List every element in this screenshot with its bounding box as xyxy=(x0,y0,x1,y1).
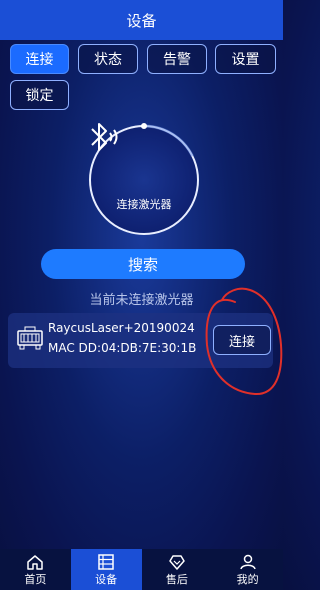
connect-laser-ring[interactable]: 连接激光器 xyxy=(84,120,204,240)
tab-settings[interactable]: 设置 xyxy=(215,44,276,74)
nav-service[interactable]: 售后 xyxy=(142,549,213,590)
tab-connect[interactable]: 连接 xyxy=(10,44,69,74)
nav-mine-label: 我的 xyxy=(236,573,259,586)
nav-service-label: 售后 xyxy=(165,573,188,586)
user-icon xyxy=(239,554,256,570)
connect-button[interactable]: 连接 xyxy=(213,325,271,355)
ring-label: 连接激光器 xyxy=(116,198,172,211)
tab-alarm[interactable]: 告警 xyxy=(147,44,207,74)
connection-status: 当前未连接激光器 xyxy=(89,293,194,308)
nav-home-label: 首页 xyxy=(24,573,47,586)
top-bar: 设备 xyxy=(0,0,283,40)
service-icon xyxy=(169,555,185,570)
device-name: RaycusLaser+20190024 xyxy=(48,321,195,335)
nav-home[interactable]: 首页 xyxy=(0,549,71,590)
device-mac: MAC DD:04:DB:7E:30:1B xyxy=(48,341,197,355)
tab-status[interactable]: 状态 xyxy=(78,44,138,74)
laser-device-icon xyxy=(17,326,43,350)
page-title: 设备 xyxy=(126,11,157,30)
search-button[interactable]: 搜索 xyxy=(41,249,245,279)
device-list-item: RaycusLaser+20190024 MAC DD:04:DB:7E:30:… xyxy=(8,313,273,368)
bluetooth-icon xyxy=(91,123,118,151)
bottom-navigation: 首页 设备 售后 我的 xyxy=(0,549,283,590)
home-icon xyxy=(27,555,44,570)
tab-lock[interactable]: 锁定 xyxy=(10,80,69,110)
nav-device-label: 设备 xyxy=(95,573,118,586)
device-list-icon xyxy=(98,554,114,570)
nav-mine[interactable]: 我的 xyxy=(212,549,283,590)
nav-device[interactable]: 设备 xyxy=(70,549,142,590)
